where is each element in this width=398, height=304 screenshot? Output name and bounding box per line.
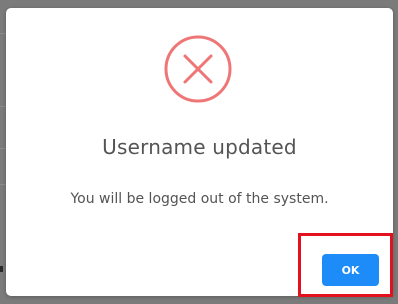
ok-button[interactable]: OK [322, 254, 379, 286]
dialog-title: Username updated [102, 135, 297, 159]
background-text-fragment [0, 266, 3, 272]
dialog-message: You will be logged out of the system. [70, 191, 329, 207]
error-x-circle-icon [164, 35, 232, 103]
